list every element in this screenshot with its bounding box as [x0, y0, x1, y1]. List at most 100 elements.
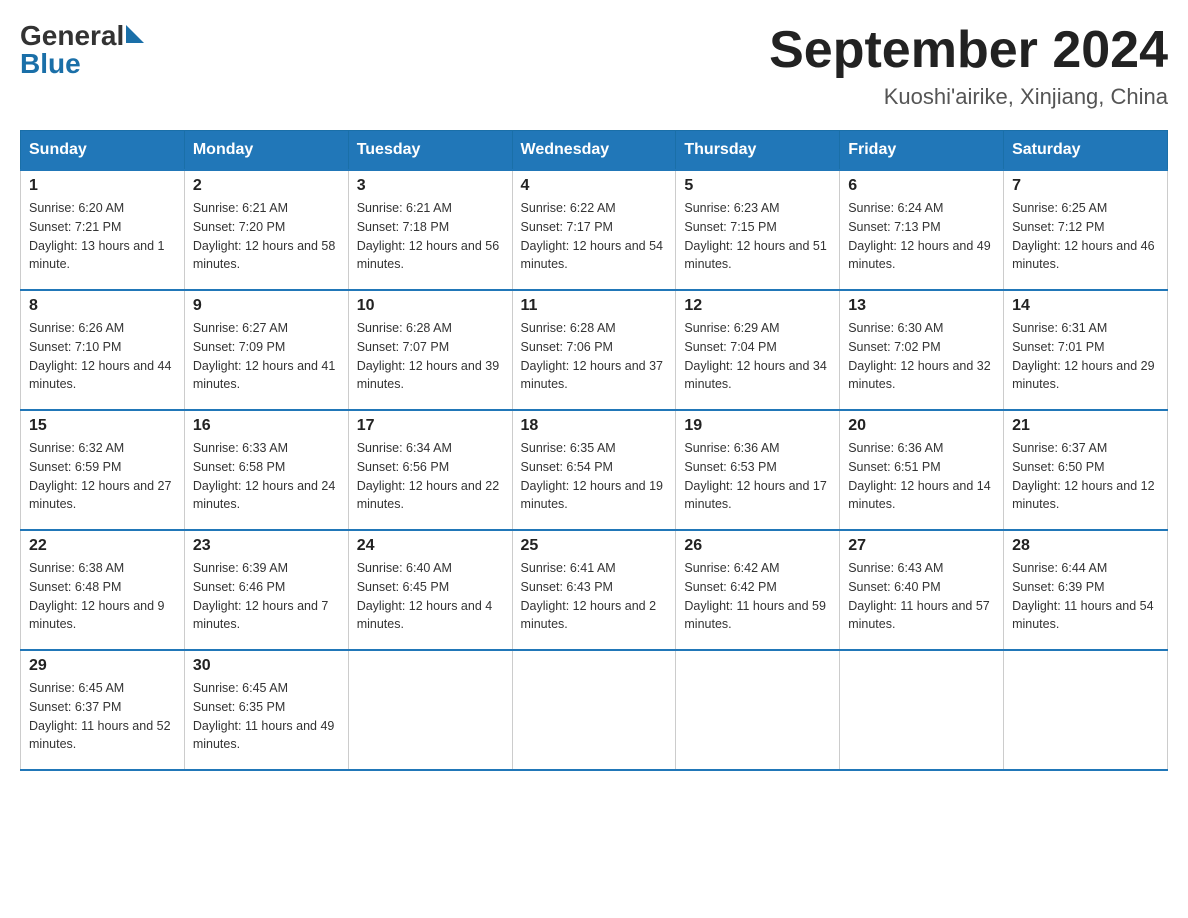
calendar-week-row: 22 Sunrise: 6:38 AMSunset: 6:48 PMDaylig… [21, 530, 1168, 650]
calendar-cell [676, 650, 840, 770]
calendar-cell [840, 650, 1004, 770]
day-number: 27 [848, 537, 995, 555]
calendar-cell: 1 Sunrise: 6:20 AMSunset: 7:21 PMDayligh… [21, 170, 185, 290]
day-number: 22 [29, 537, 176, 555]
day-number: 23 [193, 537, 340, 555]
day-info: Sunrise: 6:37 AMSunset: 6:50 PMDaylight:… [1012, 439, 1159, 514]
day-info: Sunrise: 6:21 AMSunset: 7:20 PMDaylight:… [193, 199, 340, 274]
calendar-cell: 22 Sunrise: 6:38 AMSunset: 6:48 PMDaylig… [21, 530, 185, 650]
day-number: 26 [684, 537, 831, 555]
calendar-cell: 12 Sunrise: 6:29 AMSunset: 7:04 PMDaylig… [676, 290, 840, 410]
calendar-subtitle: Kuoshi'airike, Xinjiang, China [769, 84, 1168, 110]
day-number: 25 [521, 537, 668, 555]
day-info: Sunrise: 6:35 AMSunset: 6:54 PMDaylight:… [521, 439, 668, 514]
day-info: Sunrise: 6:45 AMSunset: 6:37 PMDaylight:… [29, 679, 176, 754]
day-number: 6 [848, 177, 995, 195]
calendar-cell: 16 Sunrise: 6:33 AMSunset: 6:58 PMDaylig… [184, 410, 348, 530]
day-info: Sunrise: 6:29 AMSunset: 7:04 PMDaylight:… [684, 319, 831, 394]
calendar-cell: 29 Sunrise: 6:45 AMSunset: 6:37 PMDaylig… [21, 650, 185, 770]
calendar-cell: 4 Sunrise: 6:22 AMSunset: 7:17 PMDayligh… [512, 170, 676, 290]
calendar-title: September 2024 [769, 20, 1168, 80]
calendar-week-row: 29 Sunrise: 6:45 AMSunset: 6:37 PMDaylig… [21, 650, 1168, 770]
calendar-cell: 18 Sunrise: 6:35 AMSunset: 6:54 PMDaylig… [512, 410, 676, 530]
day-number: 20 [848, 417, 995, 435]
calendar-cell: 25 Sunrise: 6:41 AMSunset: 6:43 PMDaylig… [512, 530, 676, 650]
calendar-cell: 11 Sunrise: 6:28 AMSunset: 7:06 PMDaylig… [512, 290, 676, 410]
day-number: 30 [193, 657, 340, 675]
weekday-header-saturday: Saturday [1004, 131, 1168, 171]
calendar-cell [348, 650, 512, 770]
day-info: Sunrise: 6:33 AMSunset: 6:58 PMDaylight:… [193, 439, 340, 514]
day-number: 8 [29, 297, 176, 315]
calendar-cell: 26 Sunrise: 6:42 AMSunset: 6:42 PMDaylig… [676, 530, 840, 650]
day-info: Sunrise: 6:28 AMSunset: 7:06 PMDaylight:… [521, 319, 668, 394]
day-number: 10 [357, 297, 504, 315]
calendar-cell: 28 Sunrise: 6:44 AMSunset: 6:39 PMDaylig… [1004, 530, 1168, 650]
day-number: 14 [1012, 297, 1159, 315]
day-info: Sunrise: 6:28 AMSunset: 7:07 PMDaylight:… [357, 319, 504, 394]
calendar-week-row: 1 Sunrise: 6:20 AMSunset: 7:21 PMDayligh… [21, 170, 1168, 290]
calendar-cell: 15 Sunrise: 6:32 AMSunset: 6:59 PMDaylig… [21, 410, 185, 530]
day-number: 17 [357, 417, 504, 435]
day-info: Sunrise: 6:41 AMSunset: 6:43 PMDaylight:… [521, 559, 668, 634]
calendar-cell: 23 Sunrise: 6:39 AMSunset: 6:46 PMDaylig… [184, 530, 348, 650]
day-info: Sunrise: 6:36 AMSunset: 6:53 PMDaylight:… [684, 439, 831, 514]
logo: General Blue [20, 20, 144, 80]
page-header: General Blue September 2024 Kuoshi'airik… [20, 20, 1168, 110]
calendar-cell: 8 Sunrise: 6:26 AMSunset: 7:10 PMDayligh… [21, 290, 185, 410]
calendar-cell [512, 650, 676, 770]
logo-arrow-icon [126, 25, 144, 43]
calendar-cell: 7 Sunrise: 6:25 AMSunset: 7:12 PMDayligh… [1004, 170, 1168, 290]
calendar-cell: 9 Sunrise: 6:27 AMSunset: 7:09 PMDayligh… [184, 290, 348, 410]
day-number: 29 [29, 657, 176, 675]
calendar-cell: 21 Sunrise: 6:37 AMSunset: 6:50 PMDaylig… [1004, 410, 1168, 530]
calendar-cell: 20 Sunrise: 6:36 AMSunset: 6:51 PMDaylig… [840, 410, 1004, 530]
day-info: Sunrise: 6:26 AMSunset: 7:10 PMDaylight:… [29, 319, 176, 394]
day-number: 15 [29, 417, 176, 435]
day-number: 21 [1012, 417, 1159, 435]
day-number: 9 [193, 297, 340, 315]
calendar-cell: 13 Sunrise: 6:30 AMSunset: 7:02 PMDaylig… [840, 290, 1004, 410]
weekday-header-tuesday: Tuesday [348, 131, 512, 171]
calendar-cell: 19 Sunrise: 6:36 AMSunset: 6:53 PMDaylig… [676, 410, 840, 530]
calendar-table: SundayMondayTuesdayWednesdayThursdayFrid… [20, 130, 1168, 771]
calendar-cell: 3 Sunrise: 6:21 AMSunset: 7:18 PMDayligh… [348, 170, 512, 290]
calendar-cell [1004, 650, 1168, 770]
weekday-header-row: SundayMondayTuesdayWednesdayThursdayFrid… [21, 131, 1168, 171]
day-info: Sunrise: 6:24 AMSunset: 7:13 PMDaylight:… [848, 199, 995, 274]
day-number: 11 [521, 297, 668, 315]
day-info: Sunrise: 6:38 AMSunset: 6:48 PMDaylight:… [29, 559, 176, 634]
calendar-week-row: 8 Sunrise: 6:26 AMSunset: 7:10 PMDayligh… [21, 290, 1168, 410]
weekday-header-monday: Monday [184, 131, 348, 171]
day-number: 13 [848, 297, 995, 315]
day-info: Sunrise: 6:34 AMSunset: 6:56 PMDaylight:… [357, 439, 504, 514]
day-info: Sunrise: 6:42 AMSunset: 6:42 PMDaylight:… [684, 559, 831, 634]
calendar-cell: 2 Sunrise: 6:21 AMSunset: 7:20 PMDayligh… [184, 170, 348, 290]
calendar-cell: 24 Sunrise: 6:40 AMSunset: 6:45 PMDaylig… [348, 530, 512, 650]
day-info: Sunrise: 6:39 AMSunset: 6:46 PMDaylight:… [193, 559, 340, 634]
day-number: 19 [684, 417, 831, 435]
weekday-header-wednesday: Wednesday [512, 131, 676, 171]
day-number: 7 [1012, 177, 1159, 195]
day-number: 2 [193, 177, 340, 195]
day-info: Sunrise: 6:20 AMSunset: 7:21 PMDaylight:… [29, 199, 176, 274]
day-number: 4 [521, 177, 668, 195]
day-info: Sunrise: 6:40 AMSunset: 6:45 PMDaylight:… [357, 559, 504, 634]
day-info: Sunrise: 6:30 AMSunset: 7:02 PMDaylight:… [848, 319, 995, 394]
day-number: 28 [1012, 537, 1159, 555]
calendar-cell: 5 Sunrise: 6:23 AMSunset: 7:15 PMDayligh… [676, 170, 840, 290]
weekday-header-friday: Friday [840, 131, 1004, 171]
day-info: Sunrise: 6:21 AMSunset: 7:18 PMDaylight:… [357, 199, 504, 274]
day-number: 16 [193, 417, 340, 435]
calendar-cell: 6 Sunrise: 6:24 AMSunset: 7:13 PMDayligh… [840, 170, 1004, 290]
day-info: Sunrise: 6:43 AMSunset: 6:40 PMDaylight:… [848, 559, 995, 634]
calendar-cell: 27 Sunrise: 6:43 AMSunset: 6:40 PMDaylig… [840, 530, 1004, 650]
day-number: 12 [684, 297, 831, 315]
title-block: September 2024 Kuoshi'airike, Xinjiang, … [769, 20, 1168, 110]
day-info: Sunrise: 6:32 AMSunset: 6:59 PMDaylight:… [29, 439, 176, 514]
day-info: Sunrise: 6:25 AMSunset: 7:12 PMDaylight:… [1012, 199, 1159, 274]
day-info: Sunrise: 6:27 AMSunset: 7:09 PMDaylight:… [193, 319, 340, 394]
day-number: 5 [684, 177, 831, 195]
calendar-cell: 10 Sunrise: 6:28 AMSunset: 7:07 PMDaylig… [348, 290, 512, 410]
day-number: 3 [357, 177, 504, 195]
